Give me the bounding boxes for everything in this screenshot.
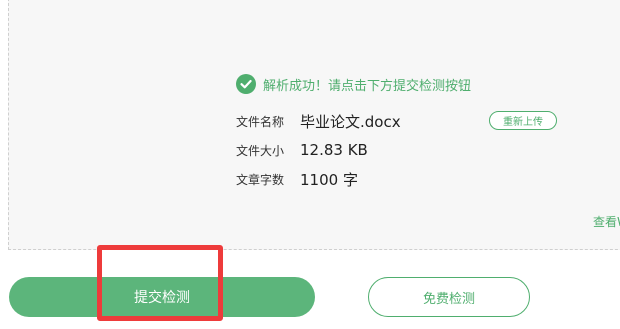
page: 解析成功！请点击下方提交检测按钮 文件名称 毕业论文.docx 重新上传 文件大… <box>0 0 620 329</box>
check-circle-icon <box>236 74 256 94</box>
parse-success-message: 解析成功！请点击下方提交检测按钮 <box>236 73 471 95</box>
free-check-button[interactable]: 免费检测 <box>368 277 530 317</box>
file-size-label: 文件大小 <box>236 143 285 158</box>
view-link[interactable]: 查看W <box>593 213 620 230</box>
word-count-label: 文章字数 <box>236 172 285 187</box>
success-text: 解析成功！请点击下方提交检测按钮 <box>263 78 472 94</box>
reupload-button[interactable]: 重新上传 <box>489 111 557 130</box>
file-size-row: 文件大小 12.83 KB <box>236 139 368 161</box>
word-count-value: 1100 字 <box>300 170 358 189</box>
file-name-value: 毕业论文.docx <box>300 112 401 131</box>
file-name-label: 文件名称 <box>236 114 285 129</box>
free-check-label: 免费检测 <box>422 291 475 307</box>
submit-check-button[interactable]: 提交检测 <box>9 277 315 317</box>
submit-check-label: 提交检测 <box>134 290 190 306</box>
file-name-row: 文件名称 毕业论文.docx <box>236 110 401 132</box>
word-count-row: 文章字数 1100 字 <box>236 168 358 190</box>
file-size-value: 12.83 KB <box>300 141 368 159</box>
